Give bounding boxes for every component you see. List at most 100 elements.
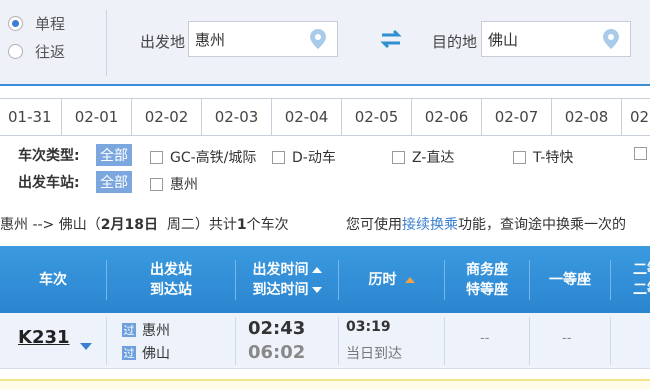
pass-badge: 过 <box>122 346 136 360</box>
sort-dep-time[interactable]: 出发时间 <box>253 260 322 280</box>
filter-d[interactable]: D-动车 <box>272 147 336 167</box>
search-panel: 单程 往返 出发地 惠州 目的地 佛山 <box>0 0 650 86</box>
row-divider <box>338 317 339 365</box>
trip-type-group: 单程 往返 <box>8 10 108 64</box>
sort-down-icon[interactable] <box>311 286 322 293</box>
location-pin-icon[interactable] <box>600 28 622 50</box>
train-type-filter: 车次类型: 全部 <box>18 144 144 166</box>
row-divider <box>106 317 107 365</box>
hint-suffix: 功能，查询途中换乘一次的 <box>458 217 626 233</box>
t-label: T-特快 <box>533 150 574 166</box>
station-all-button[interactable]: 全部 <box>96 171 132 193</box>
date-tab[interactable]: 01-31 <box>0 99 62 135</box>
sort-up-icon[interactable] <box>311 266 322 273</box>
sort-duration-icon[interactable] <box>404 276 415 283</box>
transfer-hint: 您可使用接续换乘功能，查询途中换乘一次的 <box>346 214 626 234</box>
huizhou-label: 惠州 <box>170 177 198 193</box>
date-tab[interactable]: 02-06 <box>412 99 482 135</box>
summary-date: 2月18日 <box>100 217 158 233</box>
station-filter: 出发车站: 全部 <box>18 171 144 193</box>
col-business: 商务座 特等座 <box>445 246 529 313</box>
result-summary: 惠州 --> 佛山（2月18日 周二）共计1个车次 <box>0 214 289 234</box>
from-label: 出发地 <box>140 33 186 51</box>
date-tab[interactable]: 02-07 <box>482 99 552 135</box>
date-tab[interactable]: 02-04 <box>272 99 342 135</box>
col-train-label: 车次 <box>39 271 67 288</box>
gc-checkbox[interactable] <box>150 150 163 164</box>
col-duration[interactable]: 历时 <box>339 246 444 313</box>
row-divider <box>610 317 611 365</box>
to-station-input[interactable]: 佛山 <box>481 21 631 57</box>
transfer-link[interactable]: 接续换乘 <box>402 217 458 233</box>
swap-icon[interactable] <box>378 28 404 50</box>
col-arr-time-label: 到达时间 <box>252 281 309 298</box>
date-tab[interactable]: 02-03 <box>202 99 272 135</box>
departure-station-name[interactable]: 惠州 <box>142 320 170 340</box>
col-duration-label: 历时 <box>368 271 397 288</box>
d-checkbox[interactable] <box>272 150 285 164</box>
summary-count: 1 <box>236 217 247 233</box>
z-label: Z-直达 <box>412 150 455 166</box>
to-label: 目的地 <box>432 33 478 51</box>
t-checkbox[interactable] <box>513 150 526 164</box>
filter-t[interactable]: T-特快 <box>513 147 573 167</box>
table-row: K231 过 惠州 过 佛山 02:43 06:02 03:19 当日到达 --… <box>0 313 650 369</box>
sort-arr-time[interactable]: 到达时间 <box>253 280 322 300</box>
table-header: 车次 出发站 到达站 出发时间 到达时间 历时 商务座 特等座 一等座 二等 二… <box>0 246 650 313</box>
more-checkbox[interactable] <box>634 147 647 160</box>
train-number-link[interactable]: K231 <box>18 327 70 348</box>
date-tab[interactable]: 02-08 <box>552 99 622 135</box>
col-second-label-b: 二等 <box>633 281 650 298</box>
trip-roundtrip-option[interactable]: 往返 <box>8 38 108 64</box>
gc-label: GC-高铁/城际 <box>170 150 257 166</box>
arrival-station-name[interactable]: 佛山 <box>142 343 170 363</box>
date-tab[interactable]: 02-05 <box>342 99 412 135</box>
train-type-title: 车次类型: <box>18 148 80 164</box>
filter-z[interactable]: Z-直达 <box>392 147 454 167</box>
col-dep-station-label: 出发站 <box>150 261 192 278</box>
divider <box>106 10 107 76</box>
expand-stops-icon[interactable] <box>80 343 92 350</box>
d-label: D-动车 <box>292 150 336 166</box>
departure-station: 过 惠州 <box>122 320 170 340</box>
col-premium-label: 特等座 <box>466 281 508 298</box>
pass-badge: 过 <box>122 323 136 337</box>
date-tab[interactable]: 02-02 <box>132 99 202 135</box>
from-station-value: 惠州 <box>195 30 226 49</box>
col-second-label-a: 二等 <box>633 261 650 278</box>
summary-total-prefix: 共计 <box>208 217 237 233</box>
roundtrip-label: 往返 <box>35 42 66 61</box>
summary-weekday: 周二 <box>166 217 195 233</box>
first-seat-value: -- <box>562 331 572 346</box>
arrival-station: 过 佛山 <box>122 343 170 363</box>
row-divider <box>529 317 530 365</box>
duration: 03:19 <box>346 319 391 335</box>
roundtrip-radio[interactable] <box>8 43 23 59</box>
business-seat-value: -- <box>480 331 490 346</box>
date-tab[interactable]: 02 <box>622 99 650 135</box>
date-tab[interactable]: 02-01 <box>62 99 132 135</box>
col-first-label: 一等座 <box>549 271 591 288</box>
col-arr-station-label: 到达站 <box>150 281 192 298</box>
row-divider <box>235 317 236 365</box>
col-dep-time-label: 出发时间 <box>252 261 309 278</box>
col-train: 车次 <box>0 246 106 313</box>
to-station-value: 佛山 <box>488 30 519 49</box>
station-title: 出发车站: <box>18 175 80 191</box>
trip-oneway-option[interactable]: 单程 <box>8 10 108 36</box>
oneway-radio[interactable] <box>8 15 23 31</box>
row-divider <box>444 317 445 365</box>
col-times[interactable]: 出发时间 到达时间 <box>236 246 338 313</box>
summary-total-suffix: 个车次 <box>246 217 289 233</box>
hint-prefix: 您可使用 <box>346 217 402 233</box>
filter-station-huizhou[interactable]: 惠州 <box>150 174 198 194</box>
summary-close: ） <box>194 217 209 233</box>
train-type-all-button[interactable]: 全部 <box>96 144 132 166</box>
huizhou-checkbox[interactable] <box>150 177 163 191</box>
z-checkbox[interactable] <box>392 150 405 164</box>
from-station-input[interactable]: 惠州 <box>188 21 338 57</box>
filter-gc[interactable]: GC-高铁/城际 <box>150 147 256 167</box>
location-pin-icon[interactable] <box>307 28 329 50</box>
filter-more[interactable] <box>634 147 650 160</box>
col-first: 一等座 <box>530 246 610 313</box>
